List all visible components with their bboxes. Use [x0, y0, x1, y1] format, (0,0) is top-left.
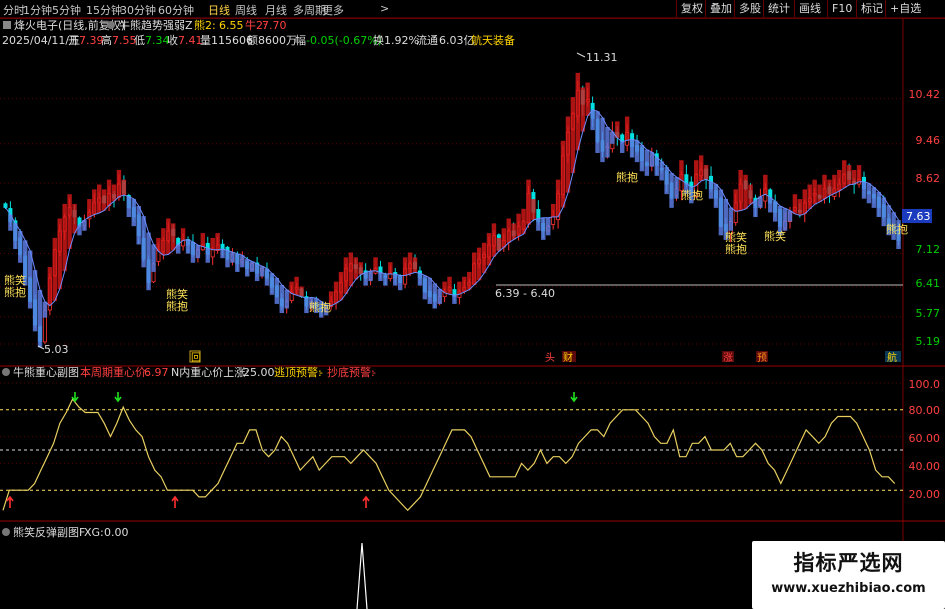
- bottom-arrow-icon: [6, 495, 14, 508]
- event-mark[interactable]: 预: [757, 352, 767, 364]
- signal-label: 熊笑: [4, 273, 26, 287]
- signal-label: 熊抱: [166, 299, 188, 313]
- low-label: 低: [134, 34, 145, 47]
- sub2-gear-icon[interactable]: [2, 528, 10, 536]
- bottom-arrow-icon: [171, 495, 179, 508]
- sub1-week-value: 6.97: [144, 366, 169, 379]
- bear-label: 熊2:: [194, 18, 216, 32]
- high-label: 高: [101, 33, 112, 47]
- max-price-label: 11.31: [586, 51, 618, 64]
- sub1-bottom-label: 抄底预警:: [327, 365, 375, 379]
- signal-label: 熊抱: [309, 300, 331, 314]
- candle-body: [551, 216, 556, 225]
- candle-body: [210, 249, 215, 258]
- close-label: 收: [167, 33, 178, 47]
- watermark-url: www.xuezhibiao.com: [771, 581, 926, 596]
- event-mark[interactable]: 财: [563, 351, 573, 364]
- sub1-title: 牛熊重心副图: [13, 365, 79, 379]
- sub1-axis: 100.0 80.00 60.00 40.00 20.00: [909, 378, 941, 501]
- ma-line: [5, 109, 899, 307]
- sub1-gear-icon[interactable]: [2, 368, 10, 376]
- signal-label: 熊笑: [166, 287, 188, 301]
- close-value: 7.41: [178, 34, 203, 47]
- sub1-escape-value: -: [319, 366, 323, 379]
- event-mark[interactable]: 航: [887, 351, 897, 364]
- price-tick: 5.77: [916, 307, 941, 320]
- event-mark[interactable]: 回: [191, 352, 201, 364]
- turn-label: 换: [373, 33, 384, 47]
- chg-label: 幅: [295, 34, 306, 47]
- signal-label: 熊笑: [725, 230, 747, 244]
- signal-label: 熊抱: [681, 188, 703, 202]
- high-value: 7.55: [112, 34, 137, 47]
- turn-value: 1.92%: [384, 34, 419, 47]
- bottom-arrow-icon: [362, 495, 370, 508]
- open-value: 7.39: [79, 34, 104, 47]
- current-price: 7.63: [906, 210, 931, 223]
- watermark: 指标严选网 www.xuezhibiao.com: [752, 541, 945, 609]
- price-tick: 5.19: [916, 335, 941, 348]
- min-price-label: 5.03: [44, 343, 69, 356]
- signal-label: 熊抱: [4, 285, 26, 299]
- sub1-bottom-value: -: [372, 366, 376, 379]
- xg-spike: [356, 542, 368, 609]
- float-label: 流通: [416, 33, 438, 47]
- sub1-tick: 20.00: [909, 488, 941, 501]
- chg-value: -0.05(-0.67%): [306, 34, 382, 47]
- indicator-name: 牛熊趋势强弱Z: [119, 18, 193, 32]
- event-mark[interactable]: 涨: [723, 352, 733, 364]
- trend-overlay: [5, 72, 901, 348]
- sub1-line: [2, 397, 896, 512]
- watermark-title: 指标严选网: [793, 551, 904, 575]
- signal-label: 熊抱: [616, 170, 638, 184]
- sub1-week-label: 本周期重心价:: [80, 365, 150, 379]
- chart-canvas: 烽火电子(日线,前复权) 牛熊趋势强弱Z 熊2: 6.55 牛2: 7.70 2…: [0, 17, 945, 609]
- sub1-tick: 40.00: [909, 460, 941, 473]
- sub2-xg-value: 0.00: [104, 526, 129, 539]
- range-label: 6.39 - 6.40: [495, 287, 555, 300]
- escape-arrow-icon: [570, 392, 578, 403]
- sub1-n-value: 25.00: [243, 366, 275, 379]
- event-marks: 回 头 财 涨 预 航: [189, 350, 901, 364]
- event-mark[interactable]: 头: [545, 352, 555, 364]
- amt-label: 额: [247, 34, 258, 47]
- bear-value: 6.55: [219, 19, 244, 32]
- signal-label: 熊笑: [764, 229, 786, 243]
- sub1-tick: 100.0: [909, 378, 941, 391]
- escape-arrow-icon: [114, 392, 122, 403]
- max-leader: [576, 52, 586, 58]
- collapse-icon[interactable]: [3, 21, 11, 29]
- price-tick: 8.62: [916, 172, 941, 185]
- price-tick: 7.12: [916, 243, 941, 256]
- sub1-plot: [0, 382, 903, 512]
- signal-label: 熊抱: [886, 222, 908, 236]
- sub1-escape-label: 逃顶预警:: [274, 365, 322, 379]
- bull-value: 7.70: [262, 19, 287, 32]
- sub2-xg-label: XG:: [84, 526, 104, 539]
- sub2-title: 熊笑反弹副图F: [13, 525, 85, 539]
- price-tick: 10.42: [909, 88, 941, 101]
- candle-body: [3, 203, 8, 208]
- sub2-plot: [356, 542, 368, 609]
- concept-tag[interactable]: 航天装备: [471, 33, 515, 47]
- sub1-tick: 80.00: [909, 404, 941, 417]
- vol-label: 量: [200, 34, 211, 47]
- amt-value: 8600万: [258, 34, 297, 47]
- price-tick: 6.41: [916, 277, 941, 290]
- signal-label: 熊抱: [725, 242, 747, 256]
- low-value: 7.34: [145, 34, 170, 47]
- sub1-tick: 60.00: [909, 432, 941, 445]
- open-label: 开: [68, 34, 79, 47]
- sub1-n-label: N内重心价上涨:: [171, 365, 249, 379]
- float-value: 6.03亿: [439, 34, 475, 47]
- indicator-gear-icon[interactable]: [107, 21, 115, 29]
- price-tick: 9.46: [916, 134, 941, 147]
